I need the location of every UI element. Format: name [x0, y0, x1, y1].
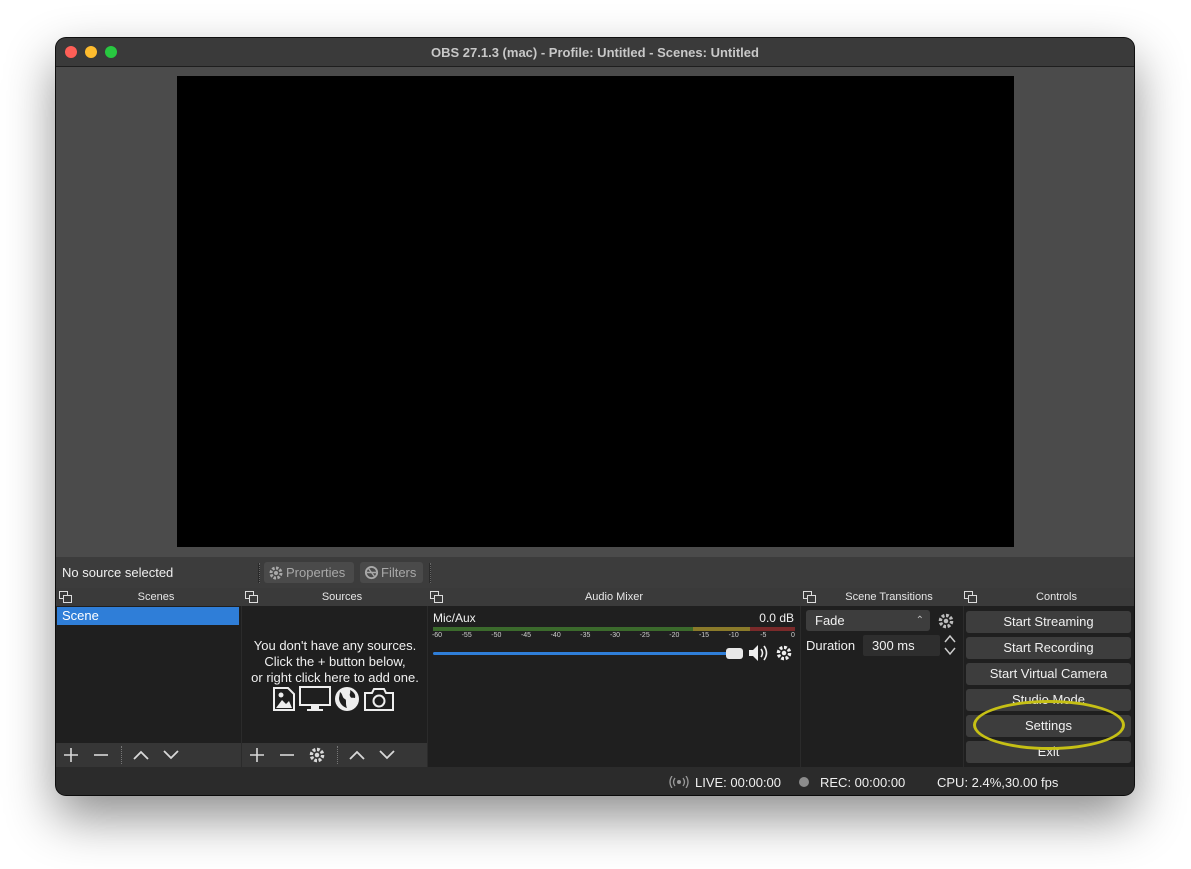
settings-button[interactable]: Settings: [966, 715, 1131, 737]
gear-icon[interactable]: [775, 644, 793, 662]
plus-icon: [250, 748, 264, 762]
scene-transitions-panel: Fade ⌃ Duration 300 ms: [801, 606, 963, 767]
meter-tick-label: -55: [461, 632, 472, 639]
meter-tick-label: -20: [669, 632, 680, 639]
chevron-down-icon: [379, 750, 395, 760]
source-properties-button[interactable]: [302, 743, 332, 767]
add-source-button[interactable]: [242, 743, 272, 767]
volume-slider-handle[interactable]: [726, 648, 743, 659]
sources-toolbar: [242, 743, 427, 767]
properties-button[interactable]: Properties: [264, 562, 354, 583]
volume-meter-red: [750, 627, 795, 631]
globe-icon: [335, 687, 359, 711]
start-recording-button[interactable]: Start Recording: [966, 637, 1131, 659]
camera-icon: [364, 688, 394, 711]
add-scene-button[interactable]: [56, 743, 86, 767]
chevron-down-icon: [163, 750, 179, 760]
display-icon: [299, 686, 331, 711]
record-dot-icon: [799, 777, 809, 787]
meter-tick-label: -60: [431, 632, 443, 639]
move-scene-up-button[interactable]: [126, 743, 156, 767]
minus-icon: [94, 754, 108, 756]
meter-tick-label: -10: [728, 632, 739, 639]
scene-list-item[interactable]: Scene: [57, 607, 239, 625]
mixer-level: 0.0 dB: [759, 611, 794, 625]
move-scene-down-button[interactable]: [156, 743, 186, 767]
scenes-toolbar: [56, 743, 241, 767]
separator: [258, 563, 260, 583]
volume-meter: [433, 627, 795, 631]
audio-mixer-dock-title: Audio Mixer: [584, 591, 644, 603]
mixer-channel-name: Mic/Aux: [433, 611, 476, 625]
meter-tick-label: -25: [639, 632, 650, 639]
dock-title-row: Scenes Sources Audio Mixer Scene Transit…: [56, 588, 1134, 606]
move-source-down-button[interactable]: [372, 743, 402, 767]
status-bar: LIVE: 00:00:00 REC: 00:00:00 CPU: 2.4%,3…: [56, 767, 1134, 795]
meter-tick-label: -35: [580, 632, 591, 639]
cpu-status: CPU: 2.4%,30.00 fps: [937, 775, 1059, 790]
transition-select[interactable]: Fade ⌃: [806, 610, 930, 631]
obs-window: OBS 27.1.3 (mac) - Profile: Untitled - S…: [56, 38, 1134, 795]
meter-tick-label: -30: [609, 632, 621, 639]
start-streaming-button[interactable]: Start Streaming: [966, 611, 1131, 633]
title-bar: OBS 27.1.3 (mac) - Profile: Untitled - S…: [56, 38, 1134, 67]
source-type-icons: [272, 686, 395, 712]
live-status: LIVE: 00:00:00: [695, 775, 782, 790]
filters-button[interactable]: Filters: [360, 562, 423, 583]
remove-source-button[interactable]: [272, 743, 302, 767]
spin-down-icon[interactable]: [944, 646, 956, 656]
meter-tick-label: -5: [760, 632, 767, 639]
duration-input[interactable]: 300 ms: [863, 635, 940, 656]
minus-icon: [280, 754, 294, 756]
volume-meter-yellow: [693, 627, 750, 631]
gear-icon[interactable]: [937, 612, 955, 630]
properties-label: Properties: [286, 565, 346, 580]
start-virtual-camera-button[interactable]: Start Virtual Camera: [966, 663, 1131, 685]
sources-dock-title: Sources: [321, 591, 363, 603]
chevron-up-icon: [349, 750, 365, 760]
audio-mixer-panel: Mic/Aux 0.0 dB -60 -55 -50 -45 -40 -35 -30 -25-…: [428, 606, 800, 767]
move-source-up-button[interactable]: [342, 743, 372, 767]
remove-scene-button[interactable]: [86, 743, 116, 767]
preview-area: [56, 67, 1134, 557]
source-toolbar: No source selected Properties Filters: [56, 557, 1134, 588]
filters-label: Filters: [381, 565, 417, 580]
filter-icon: [364, 565, 379, 580]
meter-tick-label: -50: [491, 632, 502, 639]
plus-icon: [64, 748, 78, 762]
exit-button[interactable]: Exit: [966, 741, 1131, 763]
meter-tick-label: -15: [698, 632, 710, 639]
select-arrows-icon: ⌃: [915, 615, 924, 626]
spin-up-icon[interactable]: [944, 634, 956, 644]
speaker-icon[interactable]: [748, 644, 770, 662]
meter-tick-label: 0: [791, 632, 795, 639]
scene-transitions-dock-title: Scene Transitions: [845, 591, 933, 603]
window-title: OBS 27.1.3 (mac) - Profile: Untitled - S…: [431, 45, 759, 60]
sources-empty-message: You don't have any sources. Click the + …: [251, 638, 419, 685]
separator: [429, 563, 431, 583]
no-source-label: No source selected: [62, 565, 174, 580]
duration-label: Duration: [806, 638, 856, 653]
image-icon: [273, 687, 295, 711]
rec-status: REC: 00:00:00: [820, 775, 906, 790]
studio-mode-button[interactable]: Studio Mode: [966, 689, 1131, 711]
preview-canvas[interactable]: [177, 76, 1014, 547]
gear-icon: [269, 566, 283, 579]
controls-dock-title: Controls: [1036, 591, 1077, 603]
live-broadcast-icon: [669, 776, 689, 788]
volume-slider[interactable]: [433, 652, 734, 655]
scenes-dock-title: Scenes: [137, 591, 175, 603]
meter-tick-label: -40: [550, 632, 561, 639]
gear-icon: [309, 747, 325, 763]
meter-ticks: -60 -55 -50 -45 -40 -35 -30 -25 -20 -15 -10 -5 0: [431, 632, 795, 644]
meter-tick-label: -45: [520, 632, 532, 639]
chevron-up-icon: [133, 750, 149, 760]
